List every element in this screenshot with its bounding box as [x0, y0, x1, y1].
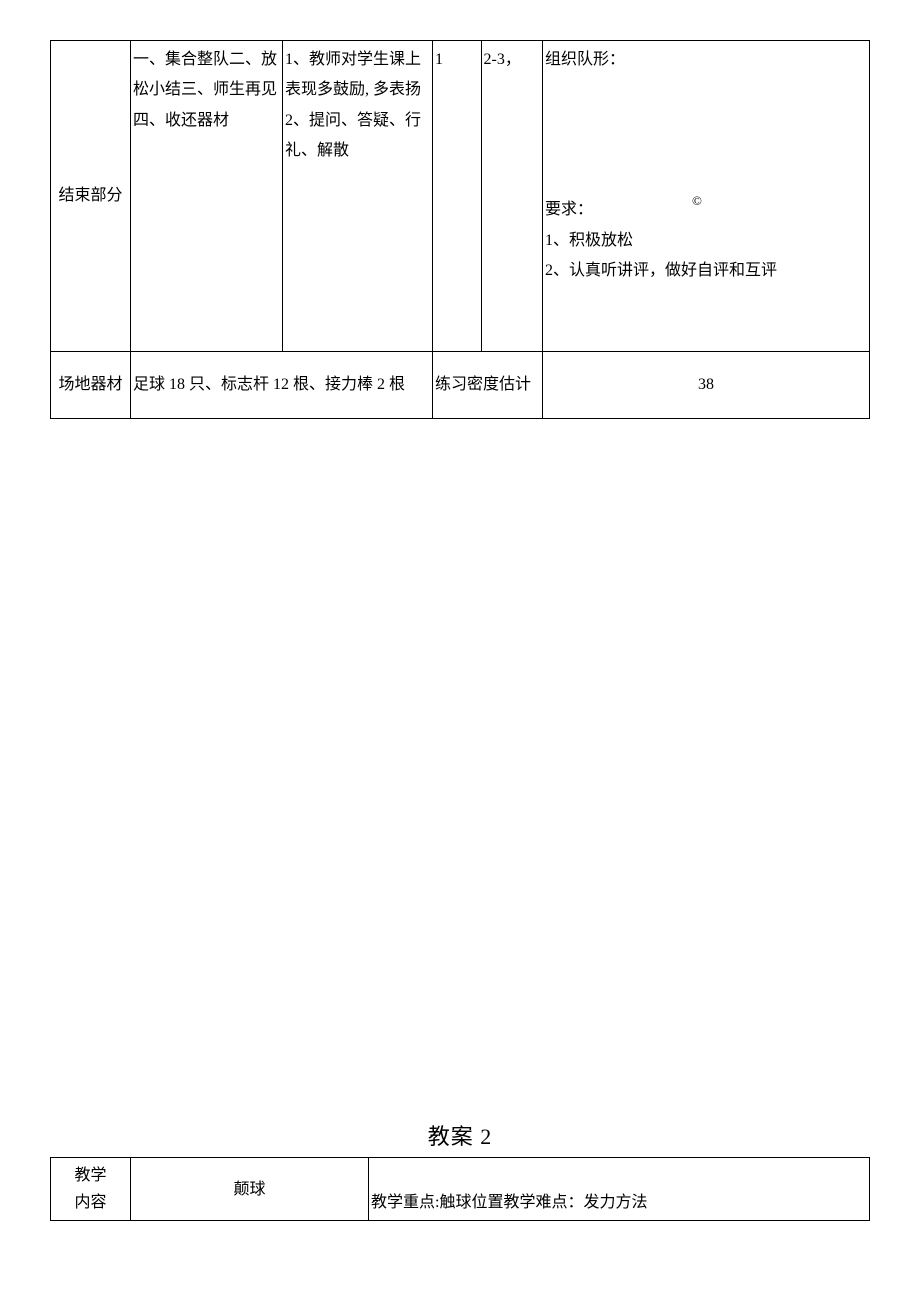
- time-cell: 2-3，: [481, 41, 542, 352]
- content-text: 一、集合整队二、放松小结三、师生再见四、收还器材: [133, 51, 277, 129]
- label-line-1: 教学: [53, 1162, 128, 1189]
- topic-text: 颠球: [233, 1181, 265, 1198]
- topic-cell: 颠球: [131, 1157, 369, 1220]
- teaching-content-label-cell: 教学 内容: [51, 1157, 131, 1220]
- org-label: 组织队形：: [545, 45, 867, 75]
- count-cell: 1: [433, 41, 482, 352]
- lesson-plan-table-1: 结束部分 一、集合整队二、放松小结三、师生再见四、收还器材 1、教师对学生课上表…: [50, 40, 870, 419]
- guidance-cell: 1、教师对学生课上表现多鼓励, 多表扬 2、提问、答疑、行礼、解散: [283, 41, 433, 352]
- equipment-value: 足球 18 只、标志杆 12 根、接力棒 2 根: [133, 376, 405, 393]
- equipment-label: 场地器材: [58, 376, 122, 393]
- label-line-2: 内容: [53, 1189, 128, 1216]
- time-value: 2-3，: [484, 51, 521, 68]
- guidance-line-2: 2、提问、答疑、行礼、解散: [285, 106, 430, 167]
- table-row: 教学 内容 颠球 教学重点:触球位置教学难点：发力方法: [51, 1157, 870, 1220]
- equipment-value-cell: 足球 18 只、标志杆 12 根、接力棒 2 根: [131, 351, 433, 418]
- table-row: 场地器材 足球 18 只、标志杆 12 根、接力棒 2 根 练习密度估计 38: [51, 351, 870, 418]
- density-label: 练习密度估计: [435, 376, 531, 393]
- table-row: 结束部分 一、集合整队二、放松小结三、师生再见四、收还器材 1、教师对学生课上表…: [51, 41, 870, 352]
- count-value: 1: [435, 51, 443, 68]
- equipment-label-cell: 场地器材: [51, 351, 131, 418]
- phase-cell: 结束部分: [51, 41, 131, 352]
- lesson-plan-2-title: 教案 2: [50, 1119, 870, 1151]
- lesson-plan-table-2: 教学 内容 颠球 教学重点:触球位置教学难点：发力方法: [50, 1157, 870, 1221]
- req-2: 2、认真听讲评，做好自评和互评: [545, 256, 867, 286]
- density-label-cell: 练习密度估计: [433, 351, 543, 418]
- copyright-mark: ©: [692, 193, 702, 209]
- req-1: 1、积极放松: [545, 226, 867, 256]
- req-label: 要求：: [545, 195, 867, 225]
- keypoint-text: 教学重点:触球位置教学难点：发力方法: [371, 1194, 647, 1211]
- guidance-line-1: 1、教师对学生课上表现多鼓励, 多表扬: [285, 45, 430, 106]
- phase-label: 结束部分: [58, 187, 122, 204]
- organization-cell: 组织队形： 要求： 1、积极放松 2、认真听讲评，做好自评和互评: [543, 41, 870, 352]
- content-cell: 一、集合整队二、放松小结三、师生再见四、收还器材: [131, 41, 283, 352]
- density-value: 38: [698, 376, 714, 393]
- density-value-cell: 38: [543, 351, 870, 418]
- keypoint-cell: 教学重点:触球位置教学难点：发力方法: [369, 1157, 870, 1220]
